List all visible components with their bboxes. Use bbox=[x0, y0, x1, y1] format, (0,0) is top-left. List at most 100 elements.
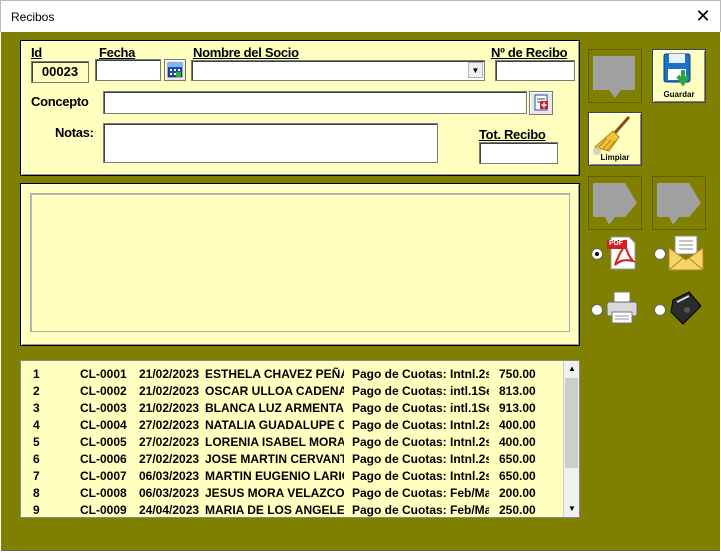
guardar-label: Guardar bbox=[663, 90, 695, 99]
list-scrollbar[interactable]: ▲ ▼ bbox=[563, 361, 579, 517]
concept: Pago de Cuotas: Intnl.2se bbox=[352, 367, 489, 381]
print-radio[interactable] bbox=[591, 304, 603, 316]
member-name: JOSE MARTIN CERVANT bbox=[205, 452, 344, 466]
client-code: CL-0003 bbox=[80, 401, 127, 415]
recibo-field[interactable] bbox=[495, 60, 575, 81]
limpiar-button[interactable]: Limpiar bbox=[588, 112, 642, 166]
date: 21/02/2023 bbox=[139, 401, 200, 415]
scroll-up-icon[interactable]: ▲ bbox=[565, 362, 579, 376]
amount: 250.00 bbox=[499, 503, 536, 517]
pdf-radio[interactable] bbox=[591, 248, 603, 260]
row-number: 9 bbox=[33, 503, 40, 517]
window-title: Recibos bbox=[11, 10, 55, 24]
disabled-action-button-2[interactable] bbox=[588, 176, 642, 230]
total-field[interactable] bbox=[479, 142, 558, 164]
amount: 400.00 bbox=[499, 435, 536, 449]
amount: 813.00 bbox=[499, 384, 536, 398]
receipts-list[interactable]: 1 CL-0001 21/02/2023 ESTHELA CHAVEZ PEÑA Pag… bbox=[20, 360, 580, 518]
printer-icon bbox=[606, 291, 638, 324]
list-item[interactable]: 5 CL-0005 27/02/2023 LORENIA ISABEL MORAI Pa… bbox=[21, 433, 561, 450]
list-item[interactable]: 7 CL-0007 06/03/2023 MARTIN EUGENIO LARIO Pa… bbox=[21, 467, 561, 484]
concept: Pago de Cuotas: Intnl.2se bbox=[352, 452, 489, 466]
member-name: MARIA DE LOS ANGELES bbox=[205, 503, 344, 517]
total-label: Tot. Recibo bbox=[479, 127, 546, 142]
row-number: 6 bbox=[33, 452, 40, 466]
row-number: 2 bbox=[33, 384, 40, 398]
pdf-icon: PDF bbox=[605, 235, 639, 271]
member-name: JESUS MORA VELAZCO bbox=[205, 486, 344, 500]
add-concept-icon bbox=[534, 94, 548, 111]
list-item[interactable]: 6 CL-0006 27/02/2023 JOSE MARTIN CERVANT Pag… bbox=[21, 450, 561, 467]
row-number: 1 bbox=[33, 367, 40, 381]
list-item[interactable]: 2 CL-0002 21/02/2023 OSCAR ULLOA CADENA Pago… bbox=[21, 382, 561, 399]
notas-field[interactable] bbox=[103, 123, 438, 163]
client-code: CL-0005 bbox=[80, 435, 127, 449]
chevron-down-icon[interactable]: ▼ bbox=[468, 62, 483, 78]
client-code: CL-0007 bbox=[80, 469, 127, 483]
ticket-printer-icon bbox=[670, 291, 702, 325]
header-panel: Id 00023 Fecha Nombre del Socio ▼ Nº de … bbox=[20, 40, 580, 176]
detail-panel bbox=[20, 183, 580, 346]
date: 24/04/2023 bbox=[139, 503, 200, 517]
limpiar-label: Limpiar bbox=[600, 153, 630, 162]
recibo-label: Nº de Recibo bbox=[491, 45, 568, 60]
ticket-radio[interactable] bbox=[654, 304, 666, 316]
client-code: CL-0008 bbox=[80, 486, 127, 500]
amount: 650.00 bbox=[499, 452, 536, 466]
id-label: Id bbox=[31, 45, 42, 60]
date: 27/02/2023 bbox=[139, 452, 200, 466]
amount: 400.00 bbox=[499, 418, 536, 432]
amount: 650.00 bbox=[499, 469, 536, 483]
client-code: CL-0006 bbox=[80, 452, 127, 466]
concepto-field[interactable] bbox=[103, 91, 527, 114]
calendar-icon bbox=[167, 62, 183, 78]
row-number: 5 bbox=[33, 435, 40, 449]
client-code: CL-0004 bbox=[80, 418, 127, 432]
guardar-button[interactable]: Guardar bbox=[652, 49, 706, 103]
envelope-icon bbox=[668, 235, 704, 271]
member-name: MARTIN EUGENIO LARIO bbox=[205, 469, 344, 483]
detail-textbox[interactable] bbox=[30, 193, 570, 332]
concept: Pago de Cuotas: Intnl.2se bbox=[352, 469, 489, 483]
date: 21/02/2023 bbox=[139, 384, 200, 398]
member-name: BLANCA LUZ ARMENTA bbox=[205, 401, 344, 415]
list-item[interactable]: 3 CL-0003 21/02/2023 BLANCA LUZ ARMENTA Pago… bbox=[21, 399, 561, 416]
client-code: CL-0001 bbox=[80, 367, 127, 381]
date: 06/03/2023 bbox=[139, 486, 200, 500]
member-name: NATALIA GUADALUPE C bbox=[205, 418, 344, 432]
list-item[interactable]: 1 CL-0001 21/02/2023 ESTHELA CHAVEZ PEÑA Pag… bbox=[21, 365, 561, 382]
amount: 750.00 bbox=[499, 367, 536, 381]
row-number: 7 bbox=[33, 469, 40, 483]
fecha-field[interactable] bbox=[95, 59, 161, 81]
list-item[interactable]: 8 CL-0008 06/03/2023 JESUS MORA VELAZCO Pago… bbox=[21, 484, 561, 501]
fecha-label: Fecha bbox=[99, 45, 136, 60]
id-field[interactable]: 00023 bbox=[31, 61, 89, 83]
disabled-action-button-1[interactable] bbox=[588, 49, 642, 103]
email-radio[interactable] bbox=[654, 248, 666, 260]
scroll-down-icon[interactable]: ▼ bbox=[565, 502, 579, 516]
disabled-next-icon bbox=[657, 183, 701, 225]
concept: Pago de Cuotas: Feb/Mar/ bbox=[352, 486, 489, 500]
receipts-rows: 1 CL-0001 21/02/2023 ESTHELA CHAVEZ PEÑA Pag… bbox=[21, 361, 561, 517]
calendar-button[interactable] bbox=[164, 59, 186, 81]
date: 21/02/2023 bbox=[139, 367, 200, 381]
date: 06/03/2023 bbox=[139, 469, 200, 483]
list-item[interactable]: 9 CL-0009 24/04/2023 MARIA DE LOS ANGELES Pa… bbox=[21, 501, 561, 518]
date: 27/02/2023 bbox=[139, 435, 200, 449]
scroll-thumb[interactable] bbox=[565, 378, 578, 468]
list-item[interactable]: 4 CL-0004 27/02/2023 NATALIA GUADALUPE C Pag… bbox=[21, 416, 561, 433]
row-number: 8 bbox=[33, 486, 40, 500]
concept: Pago de Cuotas: intl.1Sen bbox=[352, 401, 489, 415]
date: 27/02/2023 bbox=[139, 418, 200, 432]
close-icon[interactable]: ✕ bbox=[692, 5, 714, 27]
member-name: ESTHELA CHAVEZ PEÑA bbox=[205, 367, 344, 381]
socio-combobox[interactable]: ▼ bbox=[191, 60, 485, 81]
concept: Pago de Cuotas: Intnl.2se bbox=[352, 435, 489, 449]
add-concept-button[interactable] bbox=[529, 91, 553, 115]
concept: Pago de Cuotas: Intnl.2se bbox=[352, 418, 489, 432]
member-name: OSCAR ULLOA CADENA bbox=[205, 384, 344, 398]
disabled-prev-icon bbox=[593, 183, 637, 225]
disabled-action-button-3[interactable] bbox=[652, 176, 706, 230]
title-bar: Recibos ✕ bbox=[0, 0, 721, 32]
notas-label: Notas: bbox=[55, 125, 94, 140]
